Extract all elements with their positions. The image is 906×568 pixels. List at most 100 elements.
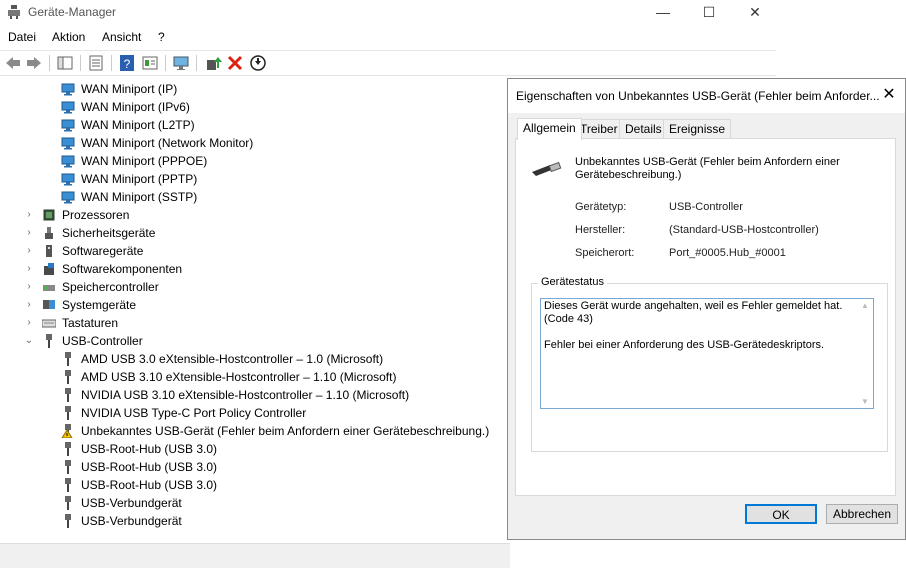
tree-item[interactable]: USB-Root-Hub (USB 3.0) xyxy=(0,458,510,476)
status-line-2: (Code 43) xyxy=(544,313,593,325)
tree-item[interactable]: USB-Verbundgerät xyxy=(0,512,510,530)
tree-item[interactable]: WAN Miniport (Network Monitor) xyxy=(0,134,510,152)
software-device-icon xyxy=(46,245,52,257)
tab-details[interactable]: Details xyxy=(619,119,668,139)
back-icon[interactable] xyxy=(4,54,22,72)
usb-icon xyxy=(65,478,71,492)
tree-item-label: WAN Miniport (PPPOE) xyxy=(81,154,208,168)
tree-item[interactable]: › Prozessoren xyxy=(0,206,510,224)
tree-item[interactable]: USB-Root-Hub (USB 3.0) xyxy=(0,476,510,494)
tree-item[interactable]: WAN Miniport (PPTP) xyxy=(0,170,510,188)
ok-button[interactable]: OK xyxy=(745,504,817,524)
status-scrollbar[interactable]: ▲ ▼ xyxy=(857,299,873,408)
tab-ereignisse[interactable]: Ereignisse xyxy=(663,119,732,139)
tree-item-label: Sicherheitsgeräte xyxy=(62,226,156,240)
device-tree: WAN Miniport (IP) WAN Miniport (IPv6) WAN … xyxy=(0,78,510,538)
toolbar-separator xyxy=(111,55,112,71)
toolbar-separator xyxy=(196,55,197,71)
cancel-button[interactable]: Abbrechen xyxy=(826,504,898,524)
tree-item[interactable]: WAN Miniport (IP) xyxy=(0,80,510,98)
expand-icon[interactable]: › xyxy=(24,314,34,332)
device-name: Unbekanntes USB-Gerät (Fehler beim Anfor… xyxy=(575,156,840,181)
disable-icon[interactable] xyxy=(249,54,267,72)
network-adapter-icon xyxy=(61,191,75,204)
expand-icon[interactable]: › xyxy=(24,296,34,314)
menu-help[interactable]: ? xyxy=(158,30,165,44)
tree-item-label: AMD USB 3.0 eXtensible-Hostcontroller – … xyxy=(81,352,384,366)
menu-bar: Datei Aktion Ansicht ? xyxy=(0,27,776,47)
system-device-icon xyxy=(43,300,55,309)
tree-item[interactable]: › Tastaturen xyxy=(0,314,510,332)
minimize-button[interactable]: — xyxy=(640,0,686,24)
tree-item[interactable]: WAN Miniport (L2TP) xyxy=(0,116,510,134)
tree-item[interactable]: › Sicherheitsgeräte xyxy=(0,224,510,242)
tree-item[interactable]: ⌄ USB-Controller xyxy=(0,332,510,350)
tree-item[interactable]: › Speichercontroller xyxy=(0,278,510,296)
network-adapter-icon xyxy=(61,83,75,96)
device-status-textbox[interactable]: Dieses Gerät wurde angehalten, weil es F… xyxy=(540,298,874,409)
expand-icon[interactable]: › xyxy=(24,242,34,260)
toolbar: ? xyxy=(0,50,776,76)
tree-item-label: WAN Miniport (IPv6) xyxy=(81,100,190,114)
title-bar: Geräte-Manager — ☐ ✕ xyxy=(0,0,776,24)
menu-ansicht[interactable]: Ansicht xyxy=(102,30,141,44)
expand-icon[interactable]: › xyxy=(24,206,34,224)
usb-device-icon xyxy=(532,161,562,176)
menu-aktion[interactable]: Aktion xyxy=(52,30,85,44)
tree-item[interactable]: USB-Root-Hub (USB 3.0) xyxy=(0,440,510,458)
keyboard-icon xyxy=(42,319,56,328)
close-button[interactable]: ✕ xyxy=(732,0,778,24)
scroll-down-icon[interactable]: ▼ xyxy=(857,397,873,406)
monitor-icon[interactable] xyxy=(172,54,190,72)
tree-item-label: Tastaturen xyxy=(62,316,119,330)
tree-item[interactable]: AMD USB 3.10 eXtensible-Hostcontroller –… xyxy=(0,368,510,386)
toolbar-separator xyxy=(80,55,81,71)
tree-item[interactable]: WAN Miniport (PPPOE) xyxy=(0,152,510,170)
toolbar-separator xyxy=(165,55,166,71)
tree-item[interactable]: Unbekanntes USB-Gerät (Fehler beim Anfor… xyxy=(0,422,510,440)
menu-datei[interactable]: Datei xyxy=(8,30,36,44)
tree-item[interactable]: NVIDIA USB 3.10 eXtensible-Hostcontrolle… xyxy=(0,386,510,404)
tab-allgemein[interactable]: Allgemein xyxy=(517,118,582,140)
tree-item-label: NVIDIA USB 3.10 eXtensible-Hostcontrolle… xyxy=(81,388,410,402)
tree-item[interactable]: WAN Miniport (IPv6) xyxy=(0,98,510,116)
properties-dialog: Eigenschaften von Unbekanntes USB-Gerät … xyxy=(507,78,906,540)
tree-item-label: WAN Miniport (PPTP) xyxy=(81,172,198,186)
svg-text:?: ? xyxy=(124,57,131,71)
network-adapter-icon xyxy=(61,173,75,186)
dialog-close-button[interactable]: ✕ xyxy=(879,85,899,105)
forward-icon[interactable] xyxy=(25,54,43,72)
network-adapter-icon xyxy=(61,101,75,114)
tree-item[interactable]: AMD USB 3.0 eXtensible-Hostcontroller – … xyxy=(0,350,510,368)
scroll-up-icon[interactable]: ▲ xyxy=(857,301,873,310)
properties-icon[interactable] xyxy=(87,54,105,72)
expand-icon[interactable]: › xyxy=(24,224,34,242)
tree-item[interactable]: WAN Miniport (SSTP) xyxy=(0,188,510,206)
view-icon[interactable] xyxy=(141,54,159,72)
uninstall-icon[interactable] xyxy=(226,54,244,72)
maximize-button[interactable]: ☐ xyxy=(686,0,732,24)
tree-item[interactable]: NVIDIA USB Type-C Port Policy Controller xyxy=(0,404,510,422)
update-driver-icon[interactable] xyxy=(204,54,222,72)
tree-item-label: Prozessoren xyxy=(62,208,130,222)
toolbar-separator xyxy=(49,55,50,71)
collapse-icon[interactable]: ⌄ xyxy=(24,332,34,350)
console-tree-icon[interactable] xyxy=(56,54,74,72)
expand-icon[interactable]: › xyxy=(24,278,34,296)
tree-item[interactable]: › Softwaregeräte xyxy=(0,242,510,260)
tree-item[interactable]: › Softwarekomponenten xyxy=(0,260,510,278)
tree-item-label: Unbekanntes USB-Gerät (Fehler beim Anfor… xyxy=(81,424,490,438)
tree-item[interactable]: USB-Verbundgerät xyxy=(0,494,510,512)
tree-item-label: AMD USB 3.10 eXtensible-Hostcontroller –… xyxy=(81,370,397,384)
software-component-icon xyxy=(44,263,54,275)
manufacturer-value: (Standard-USB-Hostcontroller) xyxy=(669,224,819,236)
horizontal-scrollbar[interactable] xyxy=(0,543,510,568)
usb-icon xyxy=(65,352,71,366)
expand-icon[interactable]: › xyxy=(24,260,34,278)
help-icon[interactable]: ? xyxy=(118,54,136,72)
tree-item-label: WAN Miniport (Network Monitor) xyxy=(81,136,254,150)
device-type-label: Gerätetyp: xyxy=(575,201,627,213)
tree-item-label: USB-Verbundgerät xyxy=(81,496,182,510)
tree-item[interactable]: › Systemgeräte xyxy=(0,296,510,314)
tree-item-label: Systemgeräte xyxy=(62,298,137,312)
